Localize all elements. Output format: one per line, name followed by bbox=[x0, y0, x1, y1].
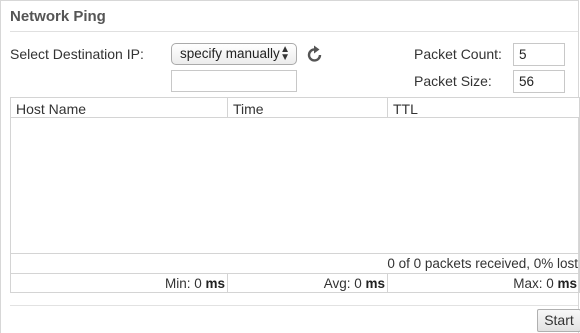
stat-avg: Avg: 0 ms bbox=[227, 273, 388, 293]
stat-max: Max: 0 ms bbox=[387, 273, 580, 293]
destination-ip-label: Select Destination IP: bbox=[10, 46, 144, 62]
panel-title: Network Ping bbox=[10, 8, 106, 25]
table-header-row: Host Name Time TTL bbox=[10, 97, 580, 118]
up-down-arrows-icon: ▲ ▼ bbox=[280, 44, 290, 63]
stat-min-unit: ms bbox=[205, 275, 225, 291]
destination-ip-select[interactable]: specify manually ▲ ▼ bbox=[171, 43, 297, 65]
column-header-host-name: Host Name bbox=[10, 97, 228, 118]
stat-avg-value: Avg: 0 bbox=[323, 275, 362, 291]
packet-size-input[interactable]: 56 bbox=[513, 70, 565, 93]
refresh-icon[interactable] bbox=[305, 44, 325, 64]
stat-avg-unit: ms bbox=[365, 275, 385, 291]
stat-max-unit: ms bbox=[557, 275, 577, 291]
packet-count-input[interactable]: 5 bbox=[513, 43, 565, 66]
packet-count-label: Packet Count: bbox=[414, 46, 502, 62]
footer-divider bbox=[10, 305, 578, 306]
packet-size-label: Packet Size: bbox=[414, 73, 492, 89]
destination-ip-select-value: specify manually bbox=[180, 46, 280, 61]
manual-ip-input[interactable] bbox=[171, 70, 297, 92]
column-header-ttl: TTL bbox=[387, 97, 580, 118]
network-ping-panel: Network Ping Select Destination IP: spec… bbox=[0, 0, 580, 333]
start-button[interactable]: Start bbox=[537, 309, 580, 332]
results-empty-area bbox=[10, 117, 580, 254]
title-divider bbox=[10, 31, 578, 32]
ping-results-table: Host Name Time TTL 0 of 0 packets receiv… bbox=[10, 97, 580, 293]
stats-row: Min: 0 ms Avg: 0 ms Max: 0 ms bbox=[10, 273, 580, 293]
column-header-time: Time bbox=[227, 97, 388, 118]
stat-min-value: Min: 0 bbox=[164, 275, 202, 291]
stat-max-value: Max: 0 bbox=[513, 275, 554, 291]
packet-summary: 0 of 0 packets received, 0% lost bbox=[10, 253, 580, 274]
results-body bbox=[10, 117, 580, 254]
stat-min: Min: 0 ms bbox=[10, 273, 228, 293]
